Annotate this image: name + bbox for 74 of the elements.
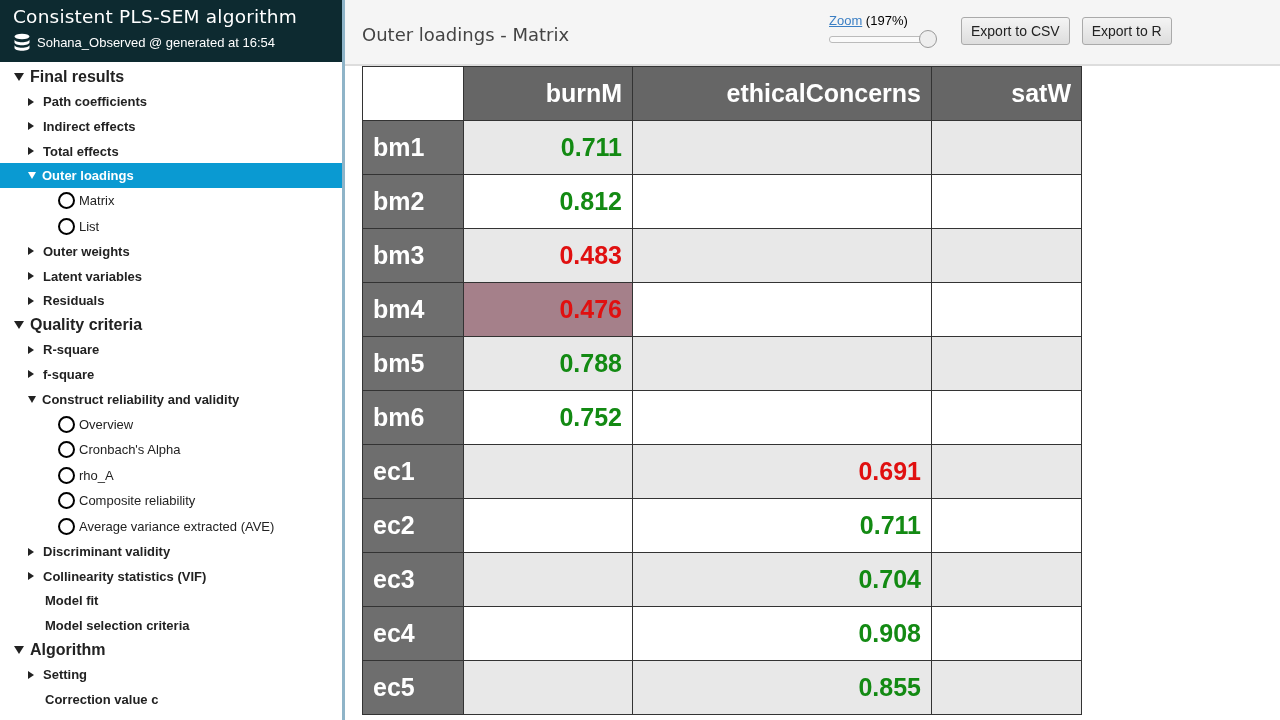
- tree-group[interactable]: Quality criteria: [0, 312, 342, 338]
- loading-value: 0.691: [858, 457, 921, 485]
- tree-group[interactable]: Final results: [0, 65, 342, 90]
- loading-value: 0.908: [858, 619, 921, 647]
- tree-item[interactable]: f-square: [0, 362, 342, 387]
- tree-item[interactable]: Collinearity statistics (VIF): [0, 563, 342, 589]
- export-button[interactable]: Export to CSV: [961, 16, 1070, 45]
- row-header: bm4: [362, 282, 464, 337]
- tree-item[interactable]: Model fit: [0, 588, 342, 614]
- tree-item[interactable]: Indirect effects: [0, 114, 342, 139]
- radio-button[interactable]: [58, 518, 75, 535]
- radio-option[interactable]: Composite reliability: [0, 488, 342, 514]
- loading-value: 0.711: [859, 511, 921, 539]
- row-header: bm1: [362, 120, 464, 175]
- radio-option[interactable]: Average variance extracted (AVE): [0, 513, 342, 540]
- loading-value: 0.788: [559, 349, 622, 377]
- dataset-label: Sohana_Observed @ generated at 16:54: [37, 34, 275, 50]
- export-button[interactable]: Export to R: [1081, 16, 1172, 45]
- tree-item[interactable]: R-square: [0, 337, 342, 363]
- loading-value: 0.476: [559, 295, 622, 323]
- radio-button[interactable]: [58, 192, 75, 210]
- page-title: Outer loadings - Matrix: [362, 23, 571, 45]
- option-label: Composite reliability: [79, 493, 196, 509]
- tree-item[interactable]: Correction value c: [0, 686, 342, 712]
- tree-item[interactable]: Construct reliability and validity: [0, 386, 342, 412]
- row-header: ec1: [362, 444, 464, 499]
- radio-button[interactable]: [58, 217, 75, 235]
- algorithm-title: Consistent PLS-SEM algorithm: [13, 6, 298, 27]
- row-header: bm3: [362, 228, 464, 283]
- row-header: ec5: [362, 660, 464, 715]
- zoom-slider[interactable]: [829, 29, 937, 48]
- database-icon: [13, 33, 31, 51]
- tree-item[interactable]: Residuals: [0, 288, 342, 313]
- loading-value: 0.855: [858, 673, 921, 701]
- column-header: burnM: [463, 66, 633, 121]
- zoom-reading: (197%): [865, 12, 908, 28]
- tree-item[interactable]: Latent variables: [0, 263, 342, 289]
- column-header: ethicalConcerns: [632, 66, 932, 121]
- radio-option[interactable]: Overview: [0, 411, 342, 437]
- zoom-link[interactable]: Zoom: [829, 12, 863, 28]
- radio-option[interactable]: rho_A: [0, 462, 342, 489]
- tree-item[interactable]: Discriminant validity: [0, 539, 342, 564]
- tree-item[interactable]: Outer weights: [0, 239, 342, 264]
- radio-option[interactable]: Cronbach's Alpha: [0, 436, 342, 463]
- radio-button[interactable]: [58, 466, 75, 484]
- radio-option[interactable]: Matrix: [0, 187, 342, 214]
- loading-value: 0.711: [560, 133, 622, 161]
- loading-value: 0.483: [559, 241, 622, 269]
- loading-value: 0.704: [858, 565, 921, 593]
- option-label: Matrix: [79, 193, 115, 209]
- row-header: ec3: [362, 552, 464, 607]
- option-label: Overview: [79, 416, 134, 432]
- option-label: Average variance extracted (AVE): [79, 519, 275, 534]
- radio-button[interactable]: [58, 492, 75, 510]
- row-header: bm2: [362, 174, 464, 229]
- row-header: ec4: [362, 606, 464, 661]
- radio-button[interactable]: [58, 441, 75, 459]
- option-label: rho_A: [79, 467, 114, 483]
- loading-value: 0.812: [559, 187, 622, 215]
- row-header: ec2: [362, 498, 464, 553]
- loading-value: 0.752: [559, 403, 622, 431]
- radio-button[interactable]: [58, 415, 75, 433]
- option-label: List: [79, 218, 100, 234]
- tree-item[interactable]: Setting: [0, 662, 342, 687]
- row-header: bm6: [362, 390, 464, 445]
- tree-item[interactable]: Path coefficients: [0, 89, 342, 115]
- tree-item[interactable]: Total effects: [0, 138, 342, 164]
- radio-option[interactable]: List: [0, 213, 342, 240]
- row-header: bm5: [362, 336, 464, 391]
- column-header: satW: [931, 66, 1082, 121]
- tree-group[interactable]: Algorithm: [0, 637, 342, 663]
- option-label: Cronbach's Alpha: [79, 442, 181, 458]
- slider-thumb[interactable]: [919, 29, 937, 48]
- tree-item[interactable]: Model selection criteria: [0, 613, 342, 638]
